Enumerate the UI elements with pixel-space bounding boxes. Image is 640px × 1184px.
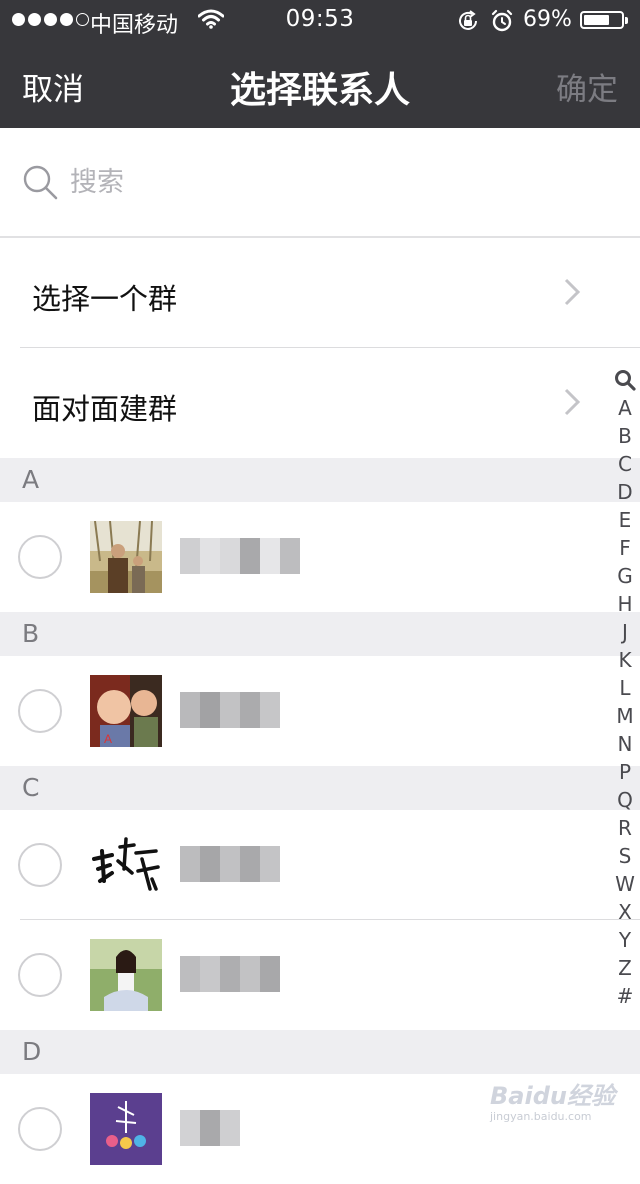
chevron-right-icon	[562, 278, 582, 310]
index-letter-e[interactable]: E	[619, 506, 632, 534]
index-letter-j[interactable]: J	[622, 618, 628, 646]
section-letter: C	[22, 773, 40, 802]
index-letter-c[interactable]: C	[618, 450, 632, 478]
contact-name-blurred	[180, 846, 280, 882]
baidu-watermark: Baidu经验 jingyan.baidu.com	[490, 1066, 635, 1126]
section-letter: B	[22, 619, 40, 648]
rotation-lock-icon	[456, 9, 480, 39]
section-letter: A	[22, 465, 40, 494]
alarm-icon	[490, 9, 514, 39]
watermark-brand: Baidu经验	[490, 1082, 615, 1110]
select-group-row[interactable]: 选择一个群	[0, 238, 640, 348]
face-to-face-group-label: 面对面建群	[32, 392, 178, 426]
search-icon	[22, 164, 60, 206]
index-letter-b[interactable]: B	[618, 422, 632, 450]
index-letter-q[interactable]: Q	[617, 786, 633, 814]
select-checkbox[interactable]	[18, 535, 62, 579]
battery-percent: 69%	[523, 7, 572, 32]
section-header-a: A	[0, 458, 640, 502]
section-header-b: B	[0, 612, 640, 656]
avatar	[90, 521, 162, 593]
select-checkbox[interactable]	[18, 953, 62, 997]
index-letter-f[interactable]: F	[619, 534, 631, 562]
index-letter-n[interactable]: N	[618, 730, 633, 758]
watermark-url: jingyan.baidu.com	[490, 1110, 592, 1123]
contact-name-blurred	[180, 956, 280, 992]
index-letter-z[interactable]: Z	[618, 954, 632, 982]
status-bar: 中国移动 09:53 69%	[0, 0, 640, 40]
index-letter-w[interactable]: W	[615, 870, 635, 898]
index-letter-m[interactable]: M	[616, 702, 633, 730]
contact-row[interactable]: A	[0, 656, 640, 766]
avatar: A	[90, 675, 162, 747]
top-bar: 中国移动 09:53 69% 取消 选择联系人 确定	[0, 0, 640, 128]
section-header-c: C	[0, 766, 640, 810]
contact-row[interactable]	[0, 502, 640, 612]
index-letter-y[interactable]: Y	[619, 926, 631, 954]
avatar	[90, 829, 162, 901]
index-letter-d[interactable]: D	[617, 478, 632, 506]
search-bar	[0, 128, 640, 238]
contact-name-blurred	[180, 1110, 240, 1146]
index-letter-h[interactable]: H	[617, 590, 632, 618]
index-letter-k[interactable]: K	[618, 646, 631, 674]
face-to-face-group-row[interactable]: 面对面建群	[0, 348, 640, 458]
select-checkbox[interactable]	[18, 1107, 62, 1151]
alphabet-index-bar[interactable]: A B C D E F G H J K L M N P Q R S W X Y Z #	[610, 366, 640, 1010]
index-letter-a[interactable]: A	[618, 394, 632, 422]
contact-row[interactable]	[0, 920, 640, 1030]
avatar	[90, 939, 162, 1011]
contact-name-blurred	[180, 692, 280, 728]
select-group-label: 选择一个群	[32, 282, 178, 316]
contact-name-blurred	[180, 538, 300, 574]
index-letter-p[interactable]: P	[619, 758, 631, 786]
index-letter-l[interactable]: L	[619, 674, 630, 702]
battery-icon	[580, 11, 628, 29]
svg-text:A: A	[104, 732, 112, 746]
index-letter-hash[interactable]: #	[617, 982, 634, 1010]
section-letter: D	[22, 1037, 42, 1066]
contact-row[interactable]	[0, 810, 640, 920]
index-search-icon[interactable]	[614, 366, 636, 394]
chevron-right-icon	[562, 388, 582, 420]
search-input[interactable]	[70, 160, 590, 204]
index-letter-g[interactable]: G	[617, 562, 633, 590]
page-title: 选择联系人	[229, 70, 410, 111]
confirm-button[interactable]: 确定	[556, 64, 618, 109]
index-letter-x[interactable]: X	[618, 898, 632, 926]
select-checkbox[interactable]	[18, 843, 62, 887]
avatar	[90, 1093, 162, 1165]
index-letter-s[interactable]: S	[619, 842, 632, 870]
index-letter-r[interactable]: R	[618, 814, 632, 842]
select-checkbox[interactable]	[18, 689, 62, 733]
